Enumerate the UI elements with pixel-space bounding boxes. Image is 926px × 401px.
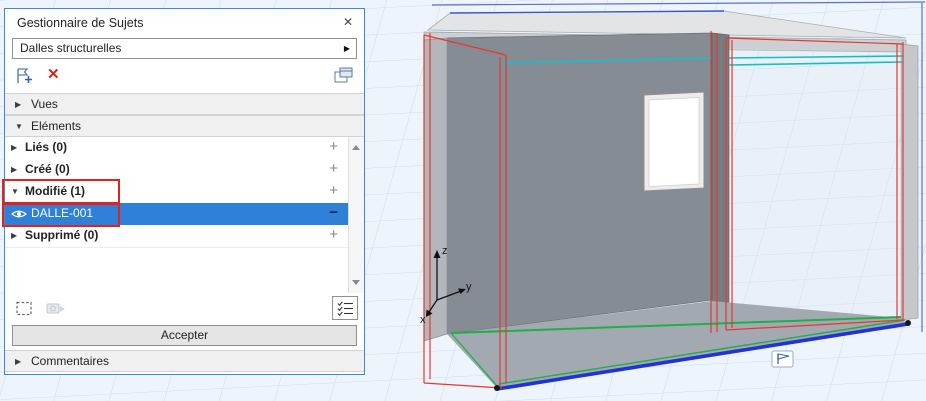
axis-z-label: z xyxy=(442,245,448,257)
topic-manager-panel: Gestionnaire de Sujets ✕ Dalles structur… xyxy=(2,8,365,375)
checklist-button[interactable] xyxy=(332,296,358,320)
chevron-right-icon[interactable]: ▶ xyxy=(11,165,17,174)
flag-marker-icon[interactable] xyxy=(771,350,794,368)
axis-y-label: y xyxy=(466,281,472,293)
chevron-right-icon: ▶ xyxy=(15,100,22,109)
chevron-right-icon: ▶ xyxy=(15,357,22,366)
tree-row-label: DALLE-001 xyxy=(31,206,94,220)
section-header-commentaires[interactable]: ▶ Commentaires xyxy=(5,350,364,372)
panel-title: Gestionnaire de Sujets xyxy=(17,16,144,30)
section-label: Vues xyxy=(31,97,58,111)
tree-row-dalle-001[interactable]: DALLE-001 − xyxy=(5,203,348,226)
capture-arrow-icon[interactable] xyxy=(45,300,67,318)
tree-row-label: Créé (0) xyxy=(25,162,70,176)
tree-row-label: Modifié (1) xyxy=(25,184,85,198)
section-label: Eléments xyxy=(31,119,82,133)
chevron-right-icon[interactable]: ▶ xyxy=(11,143,17,152)
add-button[interactable]: + xyxy=(329,226,338,243)
axis-x-label: x xyxy=(420,314,426,326)
tree-scrollbar[interactable] xyxy=(348,137,364,293)
delete-topic-icon[interactable]: ✕ xyxy=(47,65,60,83)
add-button[interactable]: + xyxy=(329,182,338,199)
model-window xyxy=(643,91,705,192)
chevron-down-icon: ▼ xyxy=(15,122,23,131)
panel-bottom-toolbar xyxy=(5,295,364,323)
panel-titlebar: Gestionnaire de Sujets ✕ xyxy=(5,9,364,37)
chevron-down-icon[interactable]: ▼ xyxy=(11,187,19,196)
tree-row-label: Supprimé (0) xyxy=(25,228,99,242)
scroll-up-arrow[interactable] xyxy=(352,145,360,150)
dropdown-value: Dalles structurelles xyxy=(20,41,122,55)
tree-row-supprime[interactable]: ▶ Supprimé (0) + xyxy=(5,225,348,248)
tree-row-modifie[interactable]: ▼ Modifié (1) + xyxy=(5,181,348,204)
tree-row-label: Liés (0) xyxy=(25,140,68,154)
checklist-icon xyxy=(337,301,353,317)
remove-button[interactable]: − xyxy=(329,204,338,221)
topic-palette-icon[interactable] xyxy=(333,65,355,87)
elements-tree: ▶ Liés (0) + ▶ Créé (0) + ▼ Modifié (1) … xyxy=(5,137,364,293)
scroll-down-arrow[interactable] xyxy=(352,280,360,285)
app-window: z y x Gestionnaire de Sujets ✕ Dalles st… xyxy=(0,0,926,401)
tree-row-cree[interactable]: ▶ Créé (0) + xyxy=(5,159,348,182)
section-label: Commentaires xyxy=(31,354,110,368)
section-header-elements[interactable]: ▼ Eléments xyxy=(5,115,364,137)
tree-row-lies[interactable]: ▶ Liés (0) + xyxy=(5,137,348,160)
chevron-right-icon: ▶ xyxy=(343,44,350,53)
close-icon[interactable]: ✕ xyxy=(343,15,353,29)
accept-button[interactable]: Accepter xyxy=(12,325,357,346)
add-button[interactable]: + xyxy=(329,160,338,177)
marquee-icon[interactable] xyxy=(15,300,35,318)
add-button[interactable]: + xyxy=(329,138,338,155)
topic-filter-dropdown[interactable]: Dalles structurelles ▶ xyxy=(12,38,357,59)
panel-toolbar: ✕ xyxy=(5,62,364,90)
eye-icon xyxy=(11,210,27,218)
chevron-right-icon[interactable]: ▶ xyxy=(11,231,17,240)
new-topic-flag-icon[interactable] xyxy=(13,65,37,87)
section-header-vues[interactable]: ▶ Vues xyxy=(5,93,364,115)
